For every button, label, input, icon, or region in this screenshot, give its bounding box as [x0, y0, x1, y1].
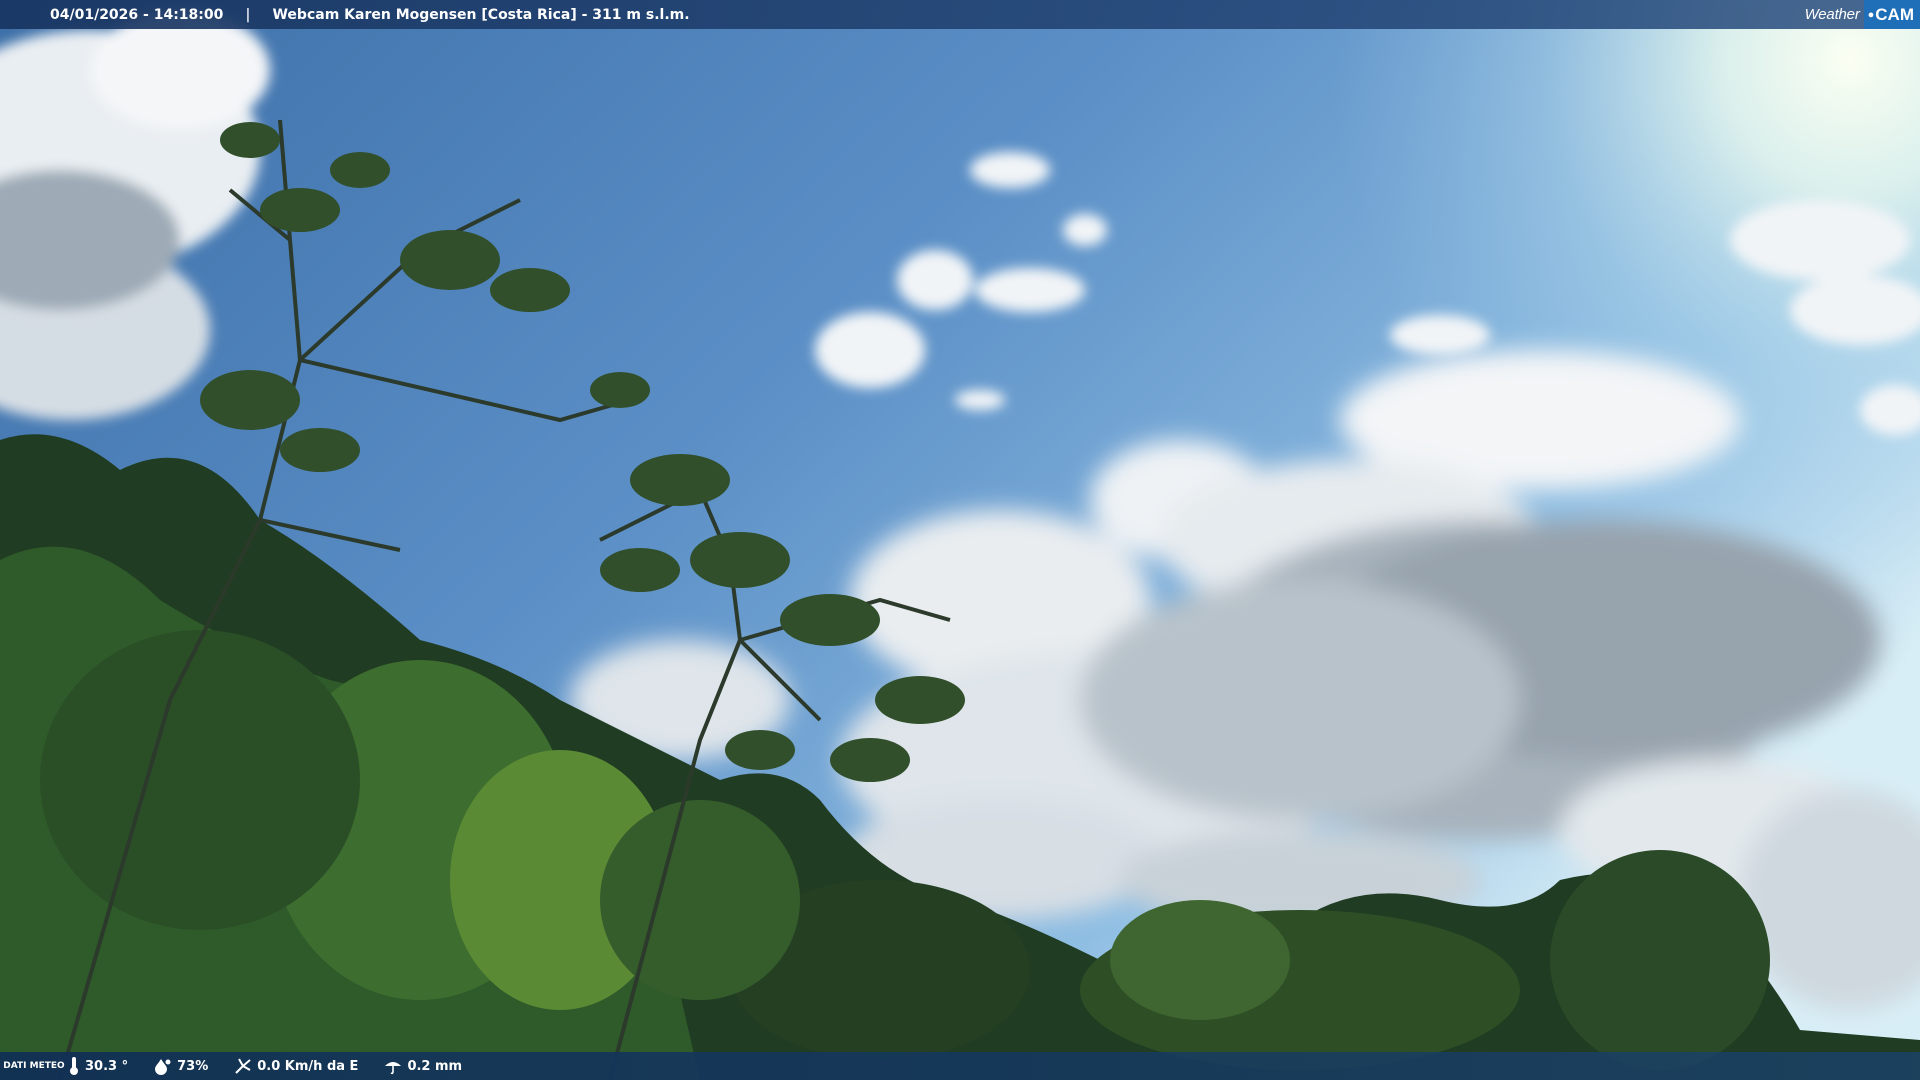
temperature-value: 30.3 ° — [85, 1058, 129, 1074]
humidity-item: 73% — [154, 1057, 208, 1075]
logo-cam-box: ● CAM — [1863, 0, 1920, 29]
logo-cam-text: CAM — [1875, 4, 1914, 24]
humidity-value: 73% — [177, 1058, 209, 1074]
rain-value: 0.2 mm — [407, 1058, 463, 1074]
wind-icon — [235, 1058, 251, 1074]
rain-item: 0.2 mm — [384, 1057, 462, 1075]
humidity-drop-icon — [155, 1059, 171, 1075]
rain-icon — [385, 1062, 402, 1075]
datetime-text: 04/01/2026 - 14:18:00 — [50, 6, 224, 23]
logo-dot-icon: ● — [1867, 8, 1875, 21]
dati-meteo-label: DATI METEO — [3, 1061, 65, 1071]
header-bar: 04/01/2026 - 14:18:00 | Webcam Karen Mog… — [0, 0, 1920, 29]
header-separator: | — [245, 6, 251, 23]
location-text: Webcam Karen Mogensen [Costa Rica] - 311… — [272, 6, 690, 23]
temperature-item: 30.3 ° — [68, 1056, 128, 1076]
thermometer-icon — [70, 1057, 78, 1075]
weathercam-logo[interactable]: Weather ● CAM — [1799, 0, 1920, 29]
webcam-image — [0, 0, 1920, 1080]
wind-value: 0.0 Km/h da E — [257, 1058, 359, 1074]
wind-item: 0.0 Km/h da E — [234, 1057, 358, 1075]
logo-weather-text: Weather — [1804, 6, 1860, 23]
weather-data-bar: DATI METEO 30.3 ° 73% 0.0 Km/h da E 0.2 … — [0, 1052, 1920, 1080]
